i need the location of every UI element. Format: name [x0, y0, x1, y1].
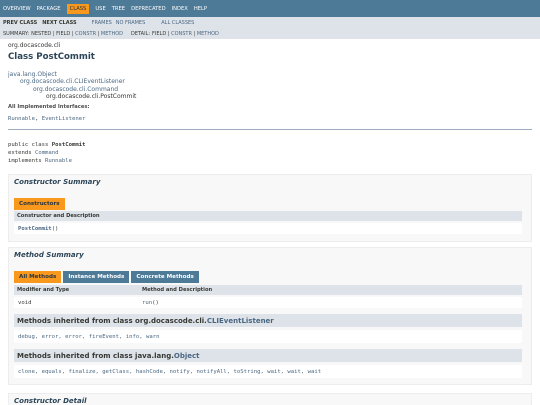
nav-deprecated[interactable]: Deprecated: [131, 4, 166, 14]
method-run-link[interactable]: run: [142, 300, 152, 306]
sig-implements-link[interactable]: Runnable: [45, 158, 72, 164]
tab-instance-methods[interactable]: Instance Methods: [63, 271, 130, 283]
detail-constr-link[interactable]: Constr: [171, 31, 192, 37]
sub-navbar: Prev Class Next Class Frames No Frames A…: [0, 17, 540, 39]
sig-implements: implements: [8, 158, 46, 164]
sig-extends: extends: [8, 150, 35, 156]
interface-eventlistener-link[interactable]: EventListener: [42, 116, 86, 122]
inherited-1-prefix: Methods inherited from class org.docasco…: [17, 316, 207, 325]
frames-link[interactable]: Frames: [92, 20, 112, 26]
inheritance-clieventlistener-link[interactable]: org.docascode.cli.CLIEventListener: [8, 78, 136, 85]
nav-package[interactable]: Package: [37, 4, 61, 14]
nav-help[interactable]: Help: [194, 4, 207, 14]
summary-field: Field: [56, 31, 71, 37]
detail-field: Field: [152, 31, 167, 37]
inheritance-tree: java.lang.Object org.docascode.cli.CLIEv…: [8, 71, 136, 100]
constructor-col-header: Constructor and Description: [17, 213, 100, 219]
constructor-detail-block: Constructor Detail: [8, 393, 532, 405]
sig-extends-link[interactable]: Command: [35, 150, 59, 156]
inherited-1-class-link[interactable]: CLIEventListener: [207, 317, 274, 325]
top-navbar: Overview Package Class Use Tree Deprecat…: [0, 0, 540, 17]
method-summary-heading: Method Summary: [14, 251, 84, 259]
nav-index[interactable]: Index: [172, 4, 188, 14]
inherited-methods-list-clieventlistener[interactable]: debug, error, error, fireEvent, info, wa…: [14, 330, 522, 343]
method-return-type: void: [18, 299, 32, 306]
constructor-detail-heading: Constructor Detail: [14, 397, 87, 405]
class-signature: public class PostCommit extends Command …: [8, 141, 85, 165]
method-parens: (): [152, 299, 159, 306]
constructor-postcommit-link[interactable]: PostCommit: [18, 226, 52, 232]
inherited-2-methods[interactable]: clone, equals, finalize, getClass, hashC…: [18, 369, 321, 375]
constructor-table-header: Constructor and Description: [14, 211, 522, 221]
nav-class[interactable]: Class: [66, 3, 90, 14]
constructor-parens: (): [51, 225, 59, 232]
tab-all-methods[interactable]: All Methods: [14, 271, 62, 283]
tab-concrete-methods[interactable]: Concrete Methods: [131, 271, 199, 283]
table-row: void run(): [14, 297, 522, 308]
method-tabs: All Methods Instance Methods Concrete Me…: [14, 271, 201, 283]
sig-class-name: PostCommit: [51, 142, 86, 148]
nav-overview[interactable]: Overview: [3, 4, 31, 14]
inherited-2-class-link[interactable]: Object: [174, 352, 200, 360]
implemented-interfaces: All Implemented Interfaces: Runnable, Ev…: [8, 104, 90, 122]
prev-class-label: Prev Class: [3, 20, 38, 26]
package-name: org.docascode.cli: [8, 42, 61, 49]
interface-runnable-link[interactable]: Runnable: [8, 116, 35, 122]
detail-method-link[interactable]: Method: [197, 31, 219, 37]
detail-prefix: Detail:: [131, 31, 151, 37]
divider: [8, 129, 532, 130]
summary-method-link[interactable]: Method: [101, 31, 123, 37]
summary-prefix: Summary:: [3, 31, 30, 37]
inherited-methods-header-object: Methods inherited from class java.lang. O…: [14, 349, 522, 362]
next-class-label: Next Class: [42, 20, 77, 26]
page-title: Class PostCommit: [8, 52, 95, 62]
inheritance-current-class: org.docascode.cli.PostCommit: [46, 92, 137, 100]
method-table-header: Modifier and Type Method and Description: [14, 285, 522, 295]
inherited-methods-header-clieventlistener: Methods inherited from class org.docasco…: [14, 314, 522, 327]
summary-nested: Nested: [31, 31, 52, 37]
nav-use[interactable]: Use: [95, 4, 105, 14]
method-col-method: Method and Description: [142, 287, 213, 293]
inherited-methods-list-object[interactable]: clone, equals, finalize, getClass, hashC…: [14, 365, 522, 378]
sig-modifiers: public class: [8, 142, 52, 148]
table-row: PostCommit(): [14, 223, 522, 234]
constructor-tabs: Constructors: [14, 198, 67, 210]
constructor-summary-heading: Constructor Summary: [14, 178, 101, 186]
summary-constr-link[interactable]: Constr: [75, 31, 96, 37]
method-col-modifier: Modifier and Type: [17, 287, 70, 293]
no-frames-link[interactable]: No Frames: [116, 20, 145, 26]
inherited-1-methods[interactable]: debug, error, error, fireEvent, info, wa…: [18, 334, 159, 340]
nav-tree[interactable]: Tree: [112, 4, 125, 14]
interfaces-label: All Implemented Interfaces:: [8, 104, 90, 110]
tab-constructors[interactable]: Constructors: [14, 198, 65, 210]
class-header: org.docascode.cli Class PostCommit: [8, 42, 532, 62]
inherited-2-prefix: Methods inherited from class java.lang.: [17, 351, 174, 360]
inheritance-command-link[interactable]: org.docascode.cli.Command: [8, 86, 136, 93]
inheritance-object-link[interactable]: java.lang.Object: [8, 71, 136, 78]
all-classes-link[interactable]: All Classes: [161, 20, 194, 26]
